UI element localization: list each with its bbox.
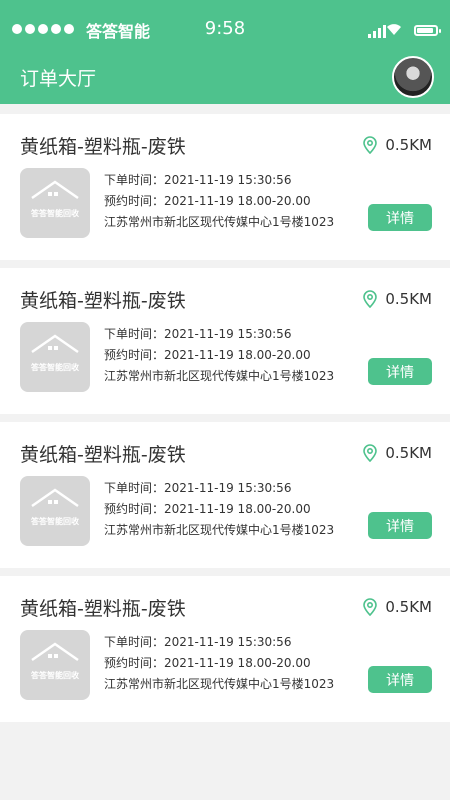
location-pin-icon: [363, 136, 378, 154]
battery-icon: [414, 25, 441, 36]
location-pin-icon: [363, 598, 378, 616]
order-time: 下单时间：2021-11-19 15:30:56: [104, 481, 292, 495]
order-address: 江苏常州市新北区现代传媒中心1号楼1023: [104, 369, 335, 383]
house-logo-icon: [31, 488, 79, 508]
distance-info: 0.5KM: [363, 598, 432, 616]
location-pin-icon: [363, 290, 378, 308]
distance-value: 0.5KM: [385, 136, 432, 154]
order-title: 黄纸箱-塑料瓶-废铁: [20, 598, 186, 620]
recycle-logo-image: 答答智能回收: [20, 322, 90, 392]
page-title: 订单大厅: [20, 68, 97, 90]
app-header: 答答智能 9:58 订单大厅: [0, 0, 450, 104]
avatar[interactable]: [392, 56, 434, 98]
order-time: 下单时间：2021-11-19 15:30:56: [104, 327, 292, 341]
logo-text: 答答智能回收: [31, 209, 79, 218]
recycle-logo-image: 答答智能回收: [20, 476, 90, 546]
order-time: 下单时间：2021-11-19 15:30:56: [104, 635, 292, 649]
logo-text: 答答智能回收: [31, 671, 79, 680]
order-info: 下单时间：2021-11-19 15:30:56 预约时间：2021-11-19…: [104, 324, 334, 387]
detail-button[interactable]: 详情: [368, 204, 432, 231]
detail-button[interactable]: 详情: [368, 666, 432, 693]
order-card[interactable]: 黄纸箱-塑料瓶-废铁 0.5KM 答答智能回收 下单时间：2021-11-19 …: [0, 114, 450, 260]
location-pin-icon: [363, 444, 378, 462]
recycle-logo-image: 答答智能回收: [20, 630, 90, 700]
house-logo-icon: [31, 180, 79, 200]
appointment-time: 预约时间：2021-11-19 18.00-20.00: [104, 656, 311, 670]
detail-button[interactable]: 详情: [368, 512, 432, 539]
order-address: 江苏常州市新北区现代传媒中心1号楼1023: [104, 677, 335, 691]
distance-info: 0.5KM: [363, 444, 432, 462]
distance-info: 0.5KM: [363, 290, 432, 308]
order-info: 下单时间：2021-11-19 15:30:56 预约时间：2021-11-19…: [104, 632, 334, 695]
wifi-icon: [387, 24, 401, 35]
order-address: 江苏常州市新北区现代传媒中心1号楼1023: [104, 215, 335, 229]
appointment-time: 预约时间：2021-11-19 18.00-20.00: [104, 194, 311, 208]
signal-icon: [368, 24, 386, 38]
appointment-time: 预约时间：2021-11-19 18.00-20.00: [104, 348, 311, 362]
distance-value: 0.5KM: [385, 290, 432, 308]
order-list: 黄纸箱-塑料瓶-废铁 0.5KM 答答智能回收 下单时间：2021-11-19 …: [0, 114, 450, 730]
distance-info: 0.5KM: [363, 136, 432, 154]
order-title: 黄纸箱-塑料瓶-废铁: [20, 290, 186, 312]
distance-value: 0.5KM: [385, 444, 432, 462]
order-address: 江苏常州市新北区现代传媒中心1号楼1023: [104, 523, 335, 537]
logo-text: 答答智能回收: [31, 363, 79, 372]
logo-text: 答答智能回收: [31, 517, 79, 526]
distance-value: 0.5KM: [385, 598, 432, 616]
order-card[interactable]: 黄纸箱-塑料瓶-废铁 0.5KM 答答智能回收 下单时间：2021-11-19 …: [0, 268, 450, 414]
order-card[interactable]: 黄纸箱-塑料瓶-废铁 0.5KM 答答智能回收 下单时间：2021-11-19 …: [0, 422, 450, 568]
house-logo-icon: [31, 334, 79, 354]
order-info: 下单时间：2021-11-19 15:30:56 预约时间：2021-11-19…: [104, 170, 334, 233]
house-logo-icon: [31, 642, 79, 662]
order-title: 黄纸箱-塑料瓶-废铁: [20, 136, 186, 158]
detail-button[interactable]: 详情: [368, 358, 432, 385]
appointment-time: 预约时间：2021-11-19 18.00-20.00: [104, 502, 311, 516]
recycle-logo-image: 答答智能回收: [20, 168, 90, 238]
order-info: 下单时间：2021-11-19 15:30:56 预约时间：2021-11-19…: [104, 478, 334, 541]
status-bar: 答答智能 9:58: [0, 0, 450, 58]
order-time: 下单时间：2021-11-19 15:30:56: [104, 173, 292, 187]
order-card[interactable]: 黄纸箱-塑料瓶-废铁 0.5KM 答答智能回收 下单时间：2021-11-19 …: [0, 576, 450, 722]
order-title: 黄纸箱-塑料瓶-废铁: [20, 444, 186, 466]
